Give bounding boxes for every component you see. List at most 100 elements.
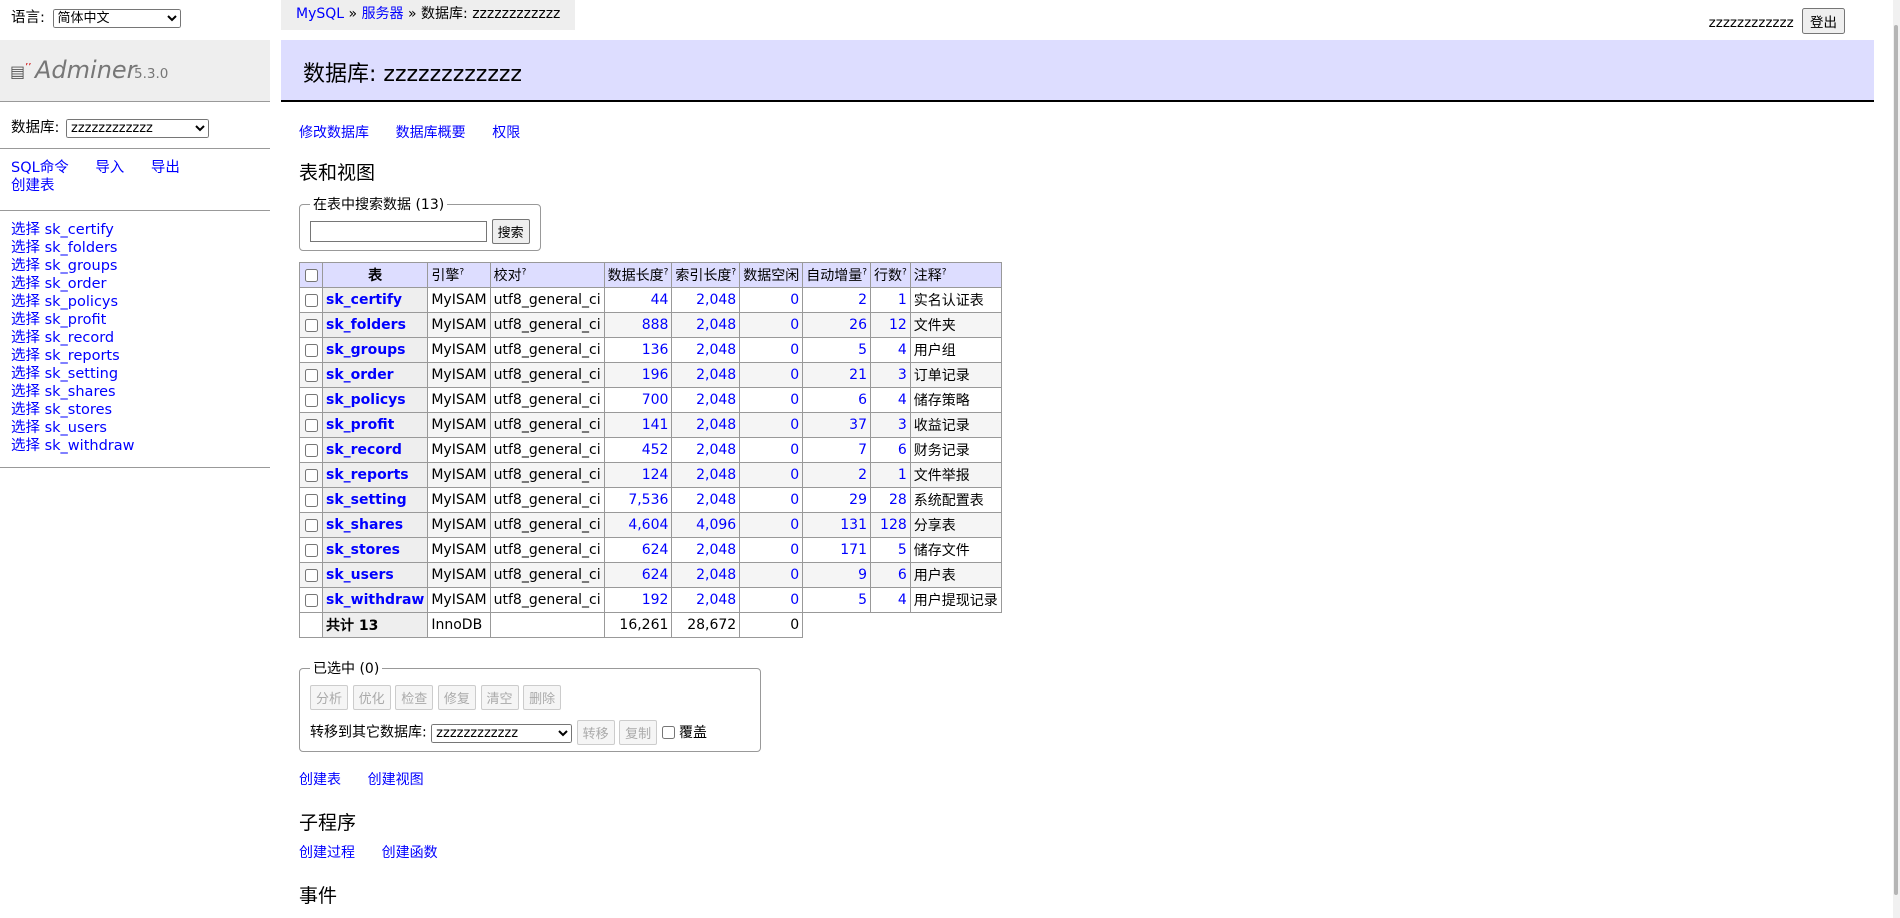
- column-header-index-length[interactable]: 索引长度?: [671, 262, 741, 288]
- index-length-link[interactable]: 2,048: [696, 292, 736, 308]
- sidebar-table-link[interactable]: 选择 sk_shares: [11, 384, 116, 400]
- auto-increment-link[interactable]: 2: [858, 292, 867, 308]
- table-name-link[interactable]: sk_stores: [326, 542, 400, 558]
- overwrite-option[interactable]: 覆盖: [661, 725, 707, 741]
- row-checkbox[interactable]: [304, 518, 318, 532]
- data-length-link[interactable]: 44: [651, 292, 669, 308]
- row-count-link[interactable]: 28: [889, 492, 907, 508]
- index-length-link[interactable]: 2,048: [696, 342, 736, 358]
- sidebar-table-link[interactable]: 选择 sk_setting: [11, 366, 118, 382]
- auto-increment-link[interactable]: 5: [858, 342, 867, 358]
- index-length-link[interactable]: 2,048: [696, 492, 736, 508]
- row-checkbox[interactable]: [304, 318, 318, 332]
- data-free-link[interactable]: 0: [790, 367, 799, 383]
- row-count-link[interactable]: 3: [898, 417, 907, 433]
- overwrite-checkbox[interactable]: [661, 726, 675, 739]
- auto-increment-link[interactable]: 37: [849, 417, 867, 433]
- row-checkbox[interactable]: [304, 593, 318, 607]
- sidebar-table-link[interactable]: 选择 sk_users: [11, 420, 107, 436]
- index-length-link[interactable]: 2,048: [696, 567, 736, 583]
- language-select[interactable]: 简体中文: [52, 9, 181, 28]
- row-count-link[interactable]: 4: [898, 592, 907, 608]
- table-name-link[interactable]: sk_users: [326, 567, 394, 583]
- table-name-link[interactable]: sk_reports: [326, 467, 409, 483]
- search-input[interactable]: [310, 221, 487, 242]
- data-length-link[interactable]: 700: [642, 392, 669, 408]
- table-name-link[interactable]: sk_groups: [326, 342, 406, 358]
- sidebar-table-link[interactable]: 选择 sk_stores: [11, 402, 112, 418]
- auto-increment-link[interactable]: 21: [849, 367, 867, 383]
- sidebar-table-link[interactable]: 选择 sk_profit: [11, 312, 106, 328]
- row-count-link[interactable]: 128: [880, 517, 907, 533]
- row-count-link[interactable]: 1: [898, 467, 907, 483]
- auto-increment-link[interactable]: 171: [840, 542, 867, 558]
- column-header-rows[interactable]: 行数?: [869, 262, 911, 288]
- auto-increment-link[interactable]: 2: [858, 467, 867, 483]
- data-length-link[interactable]: 136: [642, 342, 669, 358]
- data-length-link[interactable]: 624: [642, 567, 669, 583]
- check-button[interactable]: 检查: [395, 685, 434, 710]
- sidebar-table-link[interactable]: 选择 sk_withdraw: [11, 438, 134, 454]
- row-count-link[interactable]: 4: [898, 392, 907, 408]
- logout-button[interactable]: 登出: [1802, 8, 1845, 34]
- index-length-link[interactable]: 2,048: [696, 367, 736, 383]
- row-checkbox[interactable]: [304, 368, 318, 382]
- database-schema-link[interactable]: 数据库概要: [396, 125, 466, 141]
- row-checkbox[interactable]: [304, 393, 318, 407]
- row-count-link[interactable]: 1: [898, 292, 907, 308]
- search-button[interactable]: 搜索: [491, 219, 530, 244]
- scrollbar-thumb[interactable]: [1894, 25, 1898, 895]
- sidebar-table-link[interactable]: 选择 sk_folders: [11, 240, 117, 256]
- sidebar-table-link[interactable]: 选择 sk_record: [11, 330, 114, 346]
- index-length-link[interactable]: 2,048: [696, 417, 736, 433]
- auto-increment-link[interactable]: 7: [858, 442, 867, 458]
- table-name-link[interactable]: sk_profit: [326, 417, 394, 433]
- auto-increment-link[interactable]: 6: [858, 392, 867, 408]
- repair-button[interactable]: 修复: [437, 685, 476, 710]
- copy-button[interactable]: 复制: [619, 720, 658, 745]
- row-checkbox[interactable]: [304, 443, 318, 457]
- column-header-data-length[interactable]: 数据长度?: [603, 262, 673, 288]
- data-length-link[interactable]: 452: [642, 442, 669, 458]
- row-count-link[interactable]: 6: [898, 567, 907, 583]
- alter-database-link[interactable]: 修改数据库: [299, 125, 369, 141]
- data-length-link[interactable]: 7,536: [628, 492, 668, 508]
- index-length-link[interactable]: 4,096: [696, 517, 736, 533]
- page-scrollbar[interactable]: [1893, 0, 1900, 918]
- column-header-table[interactable]: 表: [321, 262, 429, 288]
- data-length-link[interactable]: 192: [642, 592, 669, 608]
- row-count-link[interactable]: 6: [898, 442, 907, 458]
- data-free-link[interactable]: 0: [790, 292, 799, 308]
- row-checkbox[interactable]: [304, 293, 318, 307]
- sidebar-table-link[interactable]: 选择 sk_certify: [11, 222, 114, 238]
- create-table-bottom-link[interactable]: 创建表: [299, 772, 341, 788]
- auto-increment-link[interactable]: 5: [858, 592, 867, 608]
- column-header-collation[interactable]: 校对?: [489, 262, 605, 288]
- data-length-link[interactable]: 4,604: [628, 517, 668, 533]
- auto-increment-link[interactable]: 9: [858, 567, 867, 583]
- sidebar-table-link[interactable]: 选择 sk_policys: [11, 294, 118, 310]
- table-name-link[interactable]: sk_certify: [326, 292, 402, 308]
- auto-increment-link[interactable]: 131: [840, 517, 867, 533]
- row-checkbox[interactable]: [304, 543, 318, 557]
- app-name-link[interactable]: Adminer: [35, 56, 137, 84]
- data-free-link[interactable]: 0: [790, 567, 799, 583]
- table-name-link[interactable]: sk_record: [326, 442, 402, 458]
- create-table-link[interactable]: 创建表: [11, 178, 55, 194]
- index-length-link[interactable]: 2,048: [696, 442, 736, 458]
- sidebar-table-link[interactable]: 选择 sk_reports: [11, 348, 120, 364]
- drop-button[interactable]: 删除: [523, 685, 562, 710]
- column-header-comment[interactable]: 注释?: [909, 262, 1002, 288]
- target-database-select[interactable]: zzzzzzzzzzzz: [431, 723, 573, 743]
- index-length-link[interactable]: 2,048: [696, 392, 736, 408]
- data-length-link[interactable]: 196: [642, 367, 669, 383]
- data-free-link[interactable]: 0: [790, 392, 799, 408]
- table-name-link[interactable]: sk_withdraw: [326, 592, 424, 608]
- database-select[interactable]: zzzzzzzzzzzz: [66, 119, 209, 138]
- index-length-link[interactable]: 2,048: [696, 592, 736, 608]
- data-free-link[interactable]: 0: [790, 467, 799, 483]
- data-free-link[interactable]: 0: [790, 417, 799, 433]
- table-name-link[interactable]: sk_folders: [326, 317, 406, 333]
- data-length-link[interactable]: 124: [642, 467, 669, 483]
- privileges-link[interactable]: 权限: [492, 125, 520, 141]
